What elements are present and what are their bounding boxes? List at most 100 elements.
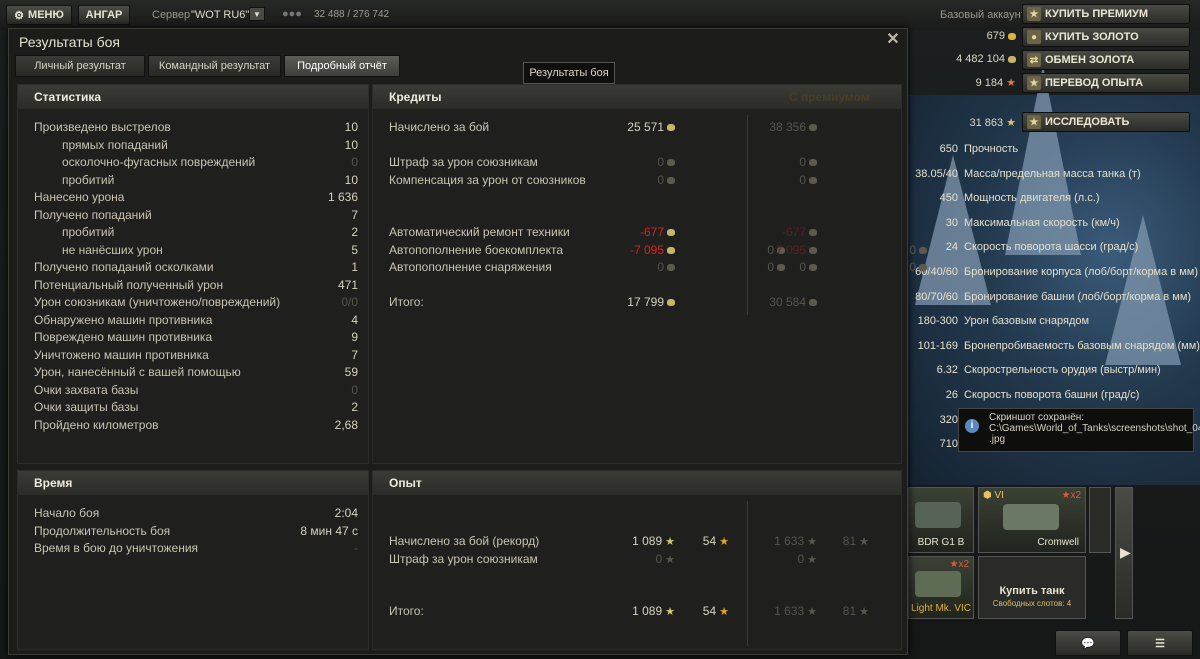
xp-value: 54 ★ bbox=[653, 533, 729, 550]
credits-icon bbox=[667, 299, 675, 307]
credit-label: Компенсация за урон от союзников bbox=[389, 172, 586, 187]
online-count: 32 488 / 276 742 bbox=[314, 9, 390, 20]
xp-amount: 0 bbox=[655, 551, 663, 566]
credits-balance: 4 482 104 bbox=[896, 53, 1016, 65]
tank-spec-row: 650 Прочность bbox=[906, 140, 1196, 158]
credit-amount: 17 799 bbox=[627, 295, 664, 309]
server-dropdown-icon[interactable]: ▼ bbox=[249, 7, 265, 21]
tank-spec-row: 180-300 Урон базовым снарядом bbox=[906, 312, 1196, 330]
spec-label: Бронепробиваемость базовым снарядом (мм) bbox=[964, 339, 1200, 352]
convert-xp-button[interactable]: ★ ПЕРЕВОД ОПЫТА bbox=[1022, 73, 1190, 93]
spec-label: Мощность двигателя (л.с.) bbox=[964, 192, 1100, 205]
gold-icon bbox=[1008, 32, 1016, 40]
credit-amount: -7 095 bbox=[771, 242, 806, 257]
credits-icon bbox=[809, 124, 817, 132]
xp-icon: ★ bbox=[1006, 117, 1016, 129]
buy-tank-slot[interactable]: Купить танк Свободных слотов: 4 bbox=[978, 556, 1086, 619]
stat-label: пробитий bbox=[62, 172, 115, 187]
stat-value: 5 bbox=[351, 242, 358, 257]
stat-label: Повреждено машин противника bbox=[34, 330, 213, 344]
spec-value: 650 bbox=[939, 143, 958, 155]
xp-label: Штраф за урон союзникам bbox=[389, 551, 538, 566]
credits-icon bbox=[809, 229, 817, 237]
stat-value: 10 bbox=[344, 137, 358, 152]
credits-icon bbox=[809, 299, 817, 307]
credit-value: 17 799 bbox=[585, 294, 675, 311]
free-slots-label: Свободных слотов: 4 bbox=[992, 599, 1072, 608]
time-label: Время в бою до уничтожения bbox=[34, 541, 199, 555]
credit-value: -7 095 bbox=[727, 242, 817, 259]
credit-value: -7 095 bbox=[585, 242, 675, 259]
stat-value: 10 bbox=[344, 172, 358, 187]
stat-label: Пройдено километров bbox=[34, 417, 159, 432]
credits-icon bbox=[667, 124, 675, 132]
tab-personal[interactable]: Личный результат bbox=[15, 55, 145, 77]
credits-icon bbox=[667, 229, 675, 237]
stat-value: 1 bbox=[351, 260, 358, 274]
notifications-list-button[interactable]: ☰ bbox=[1127, 630, 1193, 656]
buy-gold-button[interactable]: ● КУПИТЬ ЗОЛОТО bbox=[1022, 27, 1190, 47]
buy-premium-button[interactable]: ★ КУПИТЬ ПРЕМИУМ bbox=[1022, 4, 1190, 24]
spec-label: Прочность bbox=[964, 143, 1019, 155]
xp-amount: 81 bbox=[842, 604, 857, 618]
time-label: Продолжительность боя bbox=[34, 523, 171, 538]
tank-count: ★x2 bbox=[1061, 490, 1081, 501]
carousel-next-button[interactable]: ▶ bbox=[1115, 487, 1133, 619]
notification-line: Скриншот сохранён: bbox=[989, 412, 1085, 423]
window-title: Результаты боя bbox=[19, 34, 121, 50]
stat-label: Потенциальный полученный урон bbox=[34, 277, 224, 292]
tank-slot-light-mk[interactable]: ★x2 Light Mk. VIC bbox=[908, 556, 974, 619]
xp-value: 0 ★ bbox=[585, 551, 675, 568]
top-bar: ⚙ МЕНЮ АНГАР Сервер "WOT RU6" ▼ ●●● 32 48… bbox=[0, 0, 1200, 30]
spec-label: Урон базовым снарядом bbox=[964, 315, 1090, 328]
xp-icon: ★ bbox=[859, 606, 869, 618]
star-icon: ★ bbox=[1027, 115, 1041, 129]
research-xp-value: 31 863 bbox=[969, 117, 1004, 129]
exchange-gold-button[interactable]: ⇄ ОБМЕН ЗОЛОТА bbox=[1022, 50, 1190, 70]
battle-results-window: Результаты боя ✕ Личный результат Команд… bbox=[8, 28, 927, 655]
credit-label: Начислено за бой bbox=[389, 120, 490, 134]
credit-amount: 0 bbox=[799, 260, 806, 274]
credit-value: 0 bbox=[727, 259, 817, 276]
tank-spec-row: 60/40/60 Бронирование корпуса (лоб/борт/к… bbox=[906, 263, 1198, 281]
column-separator bbox=[747, 501, 748, 646]
credits-icon bbox=[919, 246, 927, 254]
tank-spec-row: 24 Скорость поворота шасси (град/с) bbox=[906, 238, 1196, 256]
chat-icon: 💬 bbox=[1081, 637, 1095, 650]
stat-value: 0/0 bbox=[341, 295, 358, 309]
tank-spec-row: 101-169 Бронепробиваемость базовым снаряд… bbox=[906, 337, 1200, 355]
hangar-button[interactable]: АНГАР bbox=[78, 5, 130, 25]
close-icon[interactable]: ✕ bbox=[885, 32, 901, 48]
free-xp-value: 9 184 bbox=[975, 77, 1004, 89]
menu-icon: ⚙ bbox=[14, 9, 25, 22]
research-button[interactable]: ★ ИССЛЕДОВАТЬ bbox=[1022, 112, 1190, 132]
spec-value: 80/70/60 bbox=[915, 290, 958, 303]
credit-label: Автопополнение боекомплекта bbox=[389, 242, 563, 257]
menu-button[interactable]: ⚙ МЕНЮ bbox=[6, 5, 72, 25]
research-xp-balance: 31 863 ★ bbox=[896, 116, 1016, 129]
xp-amount: 54 bbox=[702, 534, 717, 548]
credit-amount: 38 356 bbox=[769, 120, 806, 134]
time-label: Начало боя bbox=[34, 506, 100, 520]
screenshot-notification[interactable]: i Скриншот сохранён: C:\Games\World_of_T… bbox=[958, 408, 1200, 452]
tank-slot-bdr[interactable]: BDR G1 B bbox=[908, 487, 974, 553]
stat-label: Обнаружено машин противника bbox=[34, 312, 213, 327]
credit-label: Автоматический ремонт техники bbox=[389, 225, 570, 239]
chat-button[interactable]: 💬 bbox=[1055, 630, 1121, 656]
stat-value: 10 bbox=[344, 120, 358, 134]
tank-slot-cromwell[interactable]: ⬢ VI ★x2 Cromwell bbox=[978, 487, 1086, 553]
stat-label: Уничтожено машин противника bbox=[34, 347, 209, 362]
tank-image bbox=[1003, 504, 1059, 530]
gold-balance: 679 bbox=[896, 30, 1016, 42]
stat-label: Произведено выстрелов bbox=[34, 120, 171, 134]
chevron-right-icon: ▶ bbox=[1120, 544, 1131, 560]
credits-icon bbox=[809, 246, 817, 254]
spec-label: Скорость поворота башни (град/с) bbox=[964, 389, 1140, 401]
tier-icon: ⬢ VI bbox=[983, 490, 1004, 501]
tab-detailed[interactable]: Подробный отчёт bbox=[284, 55, 400, 77]
tank-name: BDR G1 B bbox=[917, 537, 965, 548]
spec-label: Масса/предельная масса танка (т) bbox=[964, 167, 1141, 180]
tab-team[interactable]: Командный результат bbox=[148, 55, 281, 77]
credit-label: Итого: bbox=[389, 295, 424, 309]
credit-amount: -677 bbox=[639, 225, 664, 239]
